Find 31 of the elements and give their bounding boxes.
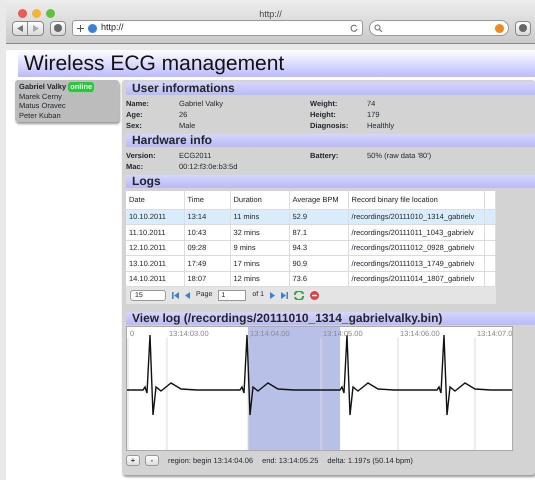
forward-arrow-icon xyxy=(32,24,38,32)
close-icon[interactable] xyxy=(18,9,27,18)
back-button[interactable] xyxy=(12,20,28,36)
section-title: User informations xyxy=(126,82,535,95)
address-field[interactable]: http:// xyxy=(72,20,363,36)
settings-button[interactable] xyxy=(515,20,531,36)
first-page-icon[interactable] xyxy=(172,292,179,299)
zoom-out-button[interactable]: - xyxy=(145,455,159,466)
stop-icon[interactable] xyxy=(310,291,320,300)
bookmarks-button[interactable] xyxy=(50,20,66,36)
next-page-icon[interactable] xyxy=(270,292,276,299)
previous-page-icon[interactable] xyxy=(185,292,190,299)
section-title: Logs xyxy=(126,175,535,188)
zoom-icon[interactable] xyxy=(46,9,55,18)
reload-icon[interactable] xyxy=(350,24,358,32)
snapback-icon[interactable] xyxy=(495,24,504,32)
refresh-icon[interactable] xyxy=(294,291,304,300)
window-title: http:// xyxy=(259,9,282,19)
last-page-icon[interactable] xyxy=(281,292,288,299)
circle-icon xyxy=(519,24,527,32)
section-title: View log (/recordings/20111010_1314_gabrielvalky.bin) xyxy=(126,312,535,325)
search-field[interactable] xyxy=(369,20,509,36)
globe-icon xyxy=(88,24,97,32)
section-title: Hardware info xyxy=(126,134,535,147)
zoom-in-button[interactable]: + xyxy=(126,455,140,466)
plus-icon[interactable] xyxy=(77,24,84,32)
back-arrow-icon xyxy=(17,24,23,32)
forward-button[interactable] xyxy=(28,20,44,36)
circle-icon xyxy=(54,24,62,32)
search-icon xyxy=(374,24,383,32)
page-header: Wireless ECG management xyxy=(18,50,535,77)
